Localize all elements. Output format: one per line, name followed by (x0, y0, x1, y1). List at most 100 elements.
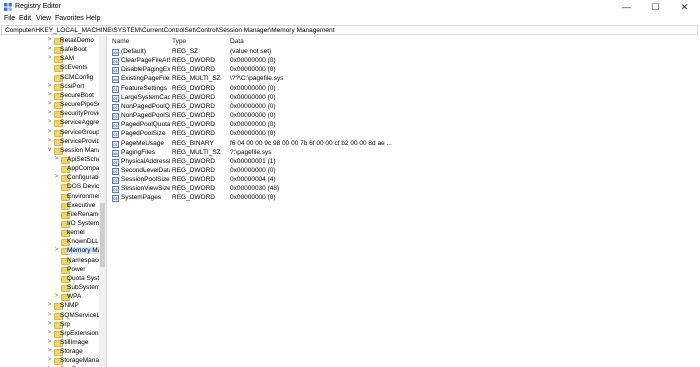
tree-item[interactable]: > RetailDemo (0, 37, 99, 46)
value-type: REG_DWORD (172, 166, 215, 174)
tree-item-label: SafeBoot (60, 46, 87, 54)
tree-item[interactable]: >Configuration Manager (0, 174, 106, 183)
chevron-right-icon[interactable]: > (46, 357, 53, 363)
tree-item[interactable]: > Storage (0, 348, 99, 357)
column-header-data[interactable]: Data (230, 38, 244, 45)
chevron-right-icon[interactable]: > (46, 321, 53, 327)
value-row[interactable]: ab ExistingPageFiles REG_MULTI_SZ \??\C:\pa… (108, 75, 700, 84)
tree-item[interactable]: v Session Manager (0, 147, 106, 156)
tree-item[interactable]: > StillImage (0, 339, 99, 348)
menu-view[interactable]: View (36, 15, 51, 22)
chevron-right-icon[interactable]: > (46, 83, 53, 89)
tree-item[interactable]: FileRenameOperations (0, 211, 106, 220)
value-row[interactable]: ab (Default) REG_SZ (value not set) (108, 48, 700, 57)
address-bar[interactable]: Computer\HKEY_LOCAL_MACHINE\SYSTEM\Curre… (1, 25, 698, 35)
tree-item[interactable]: Power (0, 266, 99, 275)
tree-item[interactable]: Executive (0, 202, 99, 211)
chevron-right-icon[interactable]: > (53, 156, 60, 162)
value-row[interactable]: 01 PagedPoolSize REG_DWORD 0x00000000 (0) (108, 130, 700, 139)
tree-item[interactable]: > SecurityProviders (0, 110, 106, 119)
chevron-right-icon[interactable]: > (46, 129, 53, 135)
chevron-right-icon[interactable]: > (46, 101, 53, 107)
value-row[interactable]: 01DisablePagingExecutiveREG_DWORD 0x00000… (108, 66, 700, 75)
maximize-button[interactable]: ☐ (641, 0, 670, 14)
chevron-down-icon[interactable]: v (46, 147, 53, 153)
value-row[interactable]: 01 SessionPoolSize REG_DWORD 0x00000004 (4) (108, 176, 700, 185)
chevron-right-icon[interactable]: > (46, 46, 53, 52)
tree-item-label: Srp (60, 320, 71, 328)
value-row[interactable]: ab PagingFiles REG_MULTI_SZ ?:\pagefile.sys (108, 149, 700, 158)
value-row[interactable]: 01NonPagedPoolQuotaREG_DWORD 0x00000000 (… (108, 103, 700, 112)
tree-item[interactable]: >SecurePipeServers (0, 101, 106, 110)
chevron-right-icon[interactable]: > (46, 312, 53, 318)
tree-item[interactable]: > SQMServiceList (0, 312, 106, 321)
menu-help[interactable]: Help (86, 15, 100, 22)
tree-item[interactable]: Quota System (0, 275, 106, 284)
column-header-name[interactable]: Name (112, 38, 129, 45)
value-row[interactable]: 01SecondLevelDataCacheREG_DWORD 0x0000000… (108, 167, 700, 176)
column-header-type[interactable]: Type (172, 38, 186, 45)
tree-item[interactable]: I/O System (0, 220, 99, 229)
close-button[interactable]: ✕ (670, 0, 699, 14)
value-row[interactable]: 01 SessionViewSize REG_DWORD 0x00000030 (48… (108, 185, 700, 194)
tree-scrollbar-thumb[interactable] (100, 203, 105, 267)
value-row[interactable]: 01 FeatureSettings REG_DWORD 0x00000000 (0) (108, 85, 700, 94)
value-row[interactable]: 01 PageMeUsage REG_BINARY f6 04 00 00 9c 98… (108, 140, 700, 149)
key-tree[interactable]: > RetailDemo > SafeBoot > SAM ScEvents SCMConfi… (0, 36, 107, 367)
value-row[interactable]: 01ClearPageFileAtShutdownREG_DWORD 0x0000… (108, 57, 700, 66)
tree-item-label: I/O System (67, 220, 100, 227)
tree-item[interactable]: >ServiceAggregatedEvents (0, 119, 106, 128)
tree-item[interactable]: >Memory Management (0, 247, 106, 256)
chevron-right-icon[interactable]: > (53, 174, 60, 180)
chevron-right-icon[interactable]: > (46, 92, 53, 98)
menu-favorites[interactable]: Favorites (55, 15, 84, 22)
chevron-right-icon[interactable]: > (46, 302, 53, 308)
maximize-icon: ☐ (651, 1, 660, 12)
minimize-button[interactable]: — (612, 0, 641, 14)
tree-item[interactable]: > SecureBoot (0, 92, 99, 101)
minimize-icon: — (622, 2, 631, 12)
value-type: REG_DWORD (172, 57, 215, 65)
value-data: 0x00000000 (0) (230, 93, 276, 101)
tree-item[interactable]: KnownDLLs (0, 238, 102, 247)
chevron-right-icon[interactable]: > (53, 293, 60, 299)
value-row[interactable]: 01 SystemPages REG_DWORD 0x00000000 (0) (108, 194, 700, 203)
tree-item[interactable]: AppCompatCache (0, 165, 106, 174)
tree-item[interactable]: >SrpExtensionConfig (0, 330, 106, 339)
tree-item[interactable]: >ServiceGroupOrder (0, 129, 106, 138)
value-row[interactable]: 01 PagedPoolQuota REG_DWORD 0x00000000 (0) (108, 121, 700, 130)
value-row[interactable]: 01NonPagedPoolSizeREG_DWORD 0x00000000 (0… (108, 112, 700, 121)
tree-item[interactable]: > Srp (0, 321, 99, 330)
tree-item[interactable]: >ApiSetSchemaExtensions (0, 156, 106, 165)
tree-item[interactable]: SCMConfig (0, 74, 99, 83)
chevron-right-icon[interactable]: > (46, 119, 53, 125)
chevron-right-icon[interactable]: > (46, 339, 53, 345)
tree-item[interactable]: ScEvents (0, 64, 99, 73)
tree-item[interactable]: DOS Devices (0, 183, 106, 192)
chevron-right-icon[interactable]: > (46, 330, 53, 336)
tree-item[interactable]: Namespace Separation (0, 257, 106, 266)
chevron-right-icon[interactable]: > (46, 37, 53, 43)
value-row[interactable]: 01LargeSystemCacheREG_DWORD 0x00000000 (0… (108, 94, 700, 103)
tree-item[interactable]: > ServiceProvider (0, 138, 106, 147)
tree-item[interactable]: kernel (0, 229, 99, 238)
tree-item[interactable]: > SAM (0, 55, 99, 64)
tree-item[interactable]: > WPA (0, 293, 99, 302)
chevron-right-icon[interactable]: > (46, 110, 53, 116)
tree-item[interactable]: > SafeBoot (0, 46, 99, 55)
chevron-right-icon[interactable]: > (46, 348, 53, 354)
tree-scrollbar[interactable] (99, 36, 106, 367)
value-row[interactable]: 01PhysicalAddressExtensionREG_DWORD 0x000… (108, 158, 700, 167)
tree-item-label: ScsiPort (60, 82, 85, 90)
tree-item[interactable]: > ScsiPort (0, 83, 99, 92)
chevron-right-icon[interactable]: > (53, 247, 60, 253)
value-type: REG_DWORD (172, 112, 215, 120)
tree-item[interactable]: SubSystems (0, 284, 104, 293)
menu-edit[interactable]: Edit (19, 15, 31, 22)
chevron-right-icon[interactable]: > (46, 55, 53, 61)
tree-item[interactable]: >StorageManagement (0, 357, 106, 366)
menu-file[interactable]: File (4, 15, 15, 22)
tree-item[interactable]: Environment (0, 193, 104, 202)
tree-item[interactable]: > SNMP (0, 302, 99, 311)
chevron-right-icon[interactable]: > (46, 138, 53, 144)
